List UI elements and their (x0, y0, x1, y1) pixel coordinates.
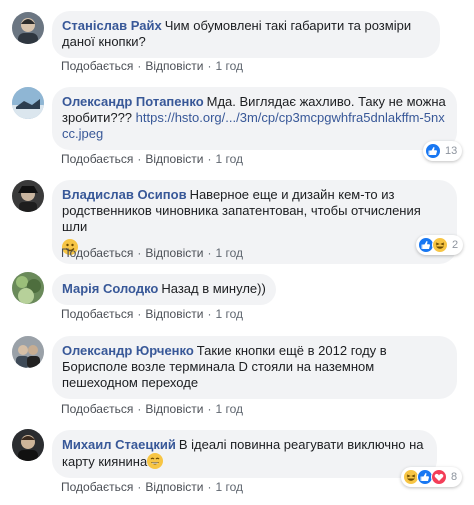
avatar[interactable] (12, 87, 44, 119)
separator: · (207, 152, 212, 166)
reactions-summary[interactable]: 8 (401, 467, 463, 487)
like-icon (425, 143, 441, 159)
separator: · (137, 152, 142, 166)
separator: · (137, 307, 142, 321)
comment-actions: Подобається · Відповісти · 1 год (61, 246, 243, 260)
timestamp[interactable]: 1 год (215, 59, 243, 73)
timestamp[interactable]: 1 год (215, 152, 243, 166)
comment-actions: Подобається · Відповісти · 1 год (61, 152, 243, 166)
reactions-summary[interactable]: 2 (416, 235, 464, 255)
separator: · (207, 59, 212, 73)
separator: · (207, 402, 212, 416)
reply-link[interactable]: Відповісти (145, 59, 203, 73)
comment-author[interactable]: Олександр Юрченко (62, 343, 194, 358)
avatar[interactable] (12, 429, 44, 461)
reply-link[interactable]: Відповісти (145, 480, 203, 494)
separator: · (137, 480, 142, 494)
comment-author[interactable]: Михаил Стаецкий (62, 437, 176, 452)
like-link[interactable]: Подобається (61, 402, 133, 416)
separator: · (207, 307, 212, 321)
comment-text: Назад в минуле)) (161, 281, 266, 296)
comment-actions: Подобається · Відповісти · 1 год (61, 59, 243, 73)
reaction-count: 2 (452, 239, 459, 251)
reaction-count: 13 (445, 145, 458, 157)
comment-bubble: Марія Солодко Назад в минуле)) (52, 274, 276, 305)
comment-actions: Подобається · Відповісти · 1 год (61, 402, 243, 416)
timestamp[interactable]: 1 год (215, 307, 243, 321)
avatar[interactable] (12, 272, 44, 304)
haha-icon (432, 237, 448, 253)
timestamp[interactable]: 1 год (215, 402, 243, 416)
avatar[interactable] (12, 12, 44, 44)
grin-emoji-icon (147, 453, 164, 469)
comment-bubble: Олександр Юрченко Такие кнопки ещё в 2012… (52, 336, 457, 399)
reactions-summary[interactable]: 13 (423, 141, 463, 161)
separator: · (137, 402, 142, 416)
like-link[interactable]: Подобається (61, 246, 133, 260)
avatar[interactable] (12, 180, 44, 212)
comment-author[interactable]: Марія Солодко (62, 281, 158, 296)
timestamp[interactable]: 1 год (215, 480, 243, 494)
reply-link[interactable]: Відповісти (145, 402, 203, 416)
separator: · (207, 480, 212, 494)
avatar[interactable] (12, 336, 44, 368)
comment-bubble: Михаил Стаецкий В ідеалі повинна реагуват… (52, 430, 437, 478)
comment-actions: Подобається · Відповісти · 1 год (61, 307, 243, 321)
like-link[interactable]: Подобається (61, 59, 133, 73)
separator: · (137, 246, 142, 260)
comment-author[interactable]: Станіслав Райх (62, 18, 162, 33)
comment-author[interactable]: Владислав Осипов (62, 187, 187, 202)
like-link[interactable]: Подобається (61, 480, 133, 494)
reply-link[interactable]: Відповісти (145, 246, 203, 260)
like-link[interactable]: Подобається (61, 152, 133, 166)
separator: · (207, 246, 212, 260)
love-icon (431, 469, 447, 485)
comment-actions: Подобається · Відповісти · 1 год (61, 480, 243, 494)
timestamp[interactable]: 1 год (215, 246, 243, 260)
like-link[interactable]: Подобається (61, 307, 133, 321)
reaction-count: 8 (451, 471, 458, 483)
reply-link[interactable]: Відповісти (145, 152, 203, 166)
comment-author[interactable]: Олександр Потапенко (62, 94, 204, 109)
reply-link[interactable]: Відповісти (145, 307, 203, 321)
comment-bubble: Станіслав Райх Чим обумовлені такі габари… (52, 11, 440, 58)
comment-bubble: Олександр Потапенко Мда. Виглядає жахливо… (52, 87, 457, 150)
separator: · (137, 59, 142, 73)
